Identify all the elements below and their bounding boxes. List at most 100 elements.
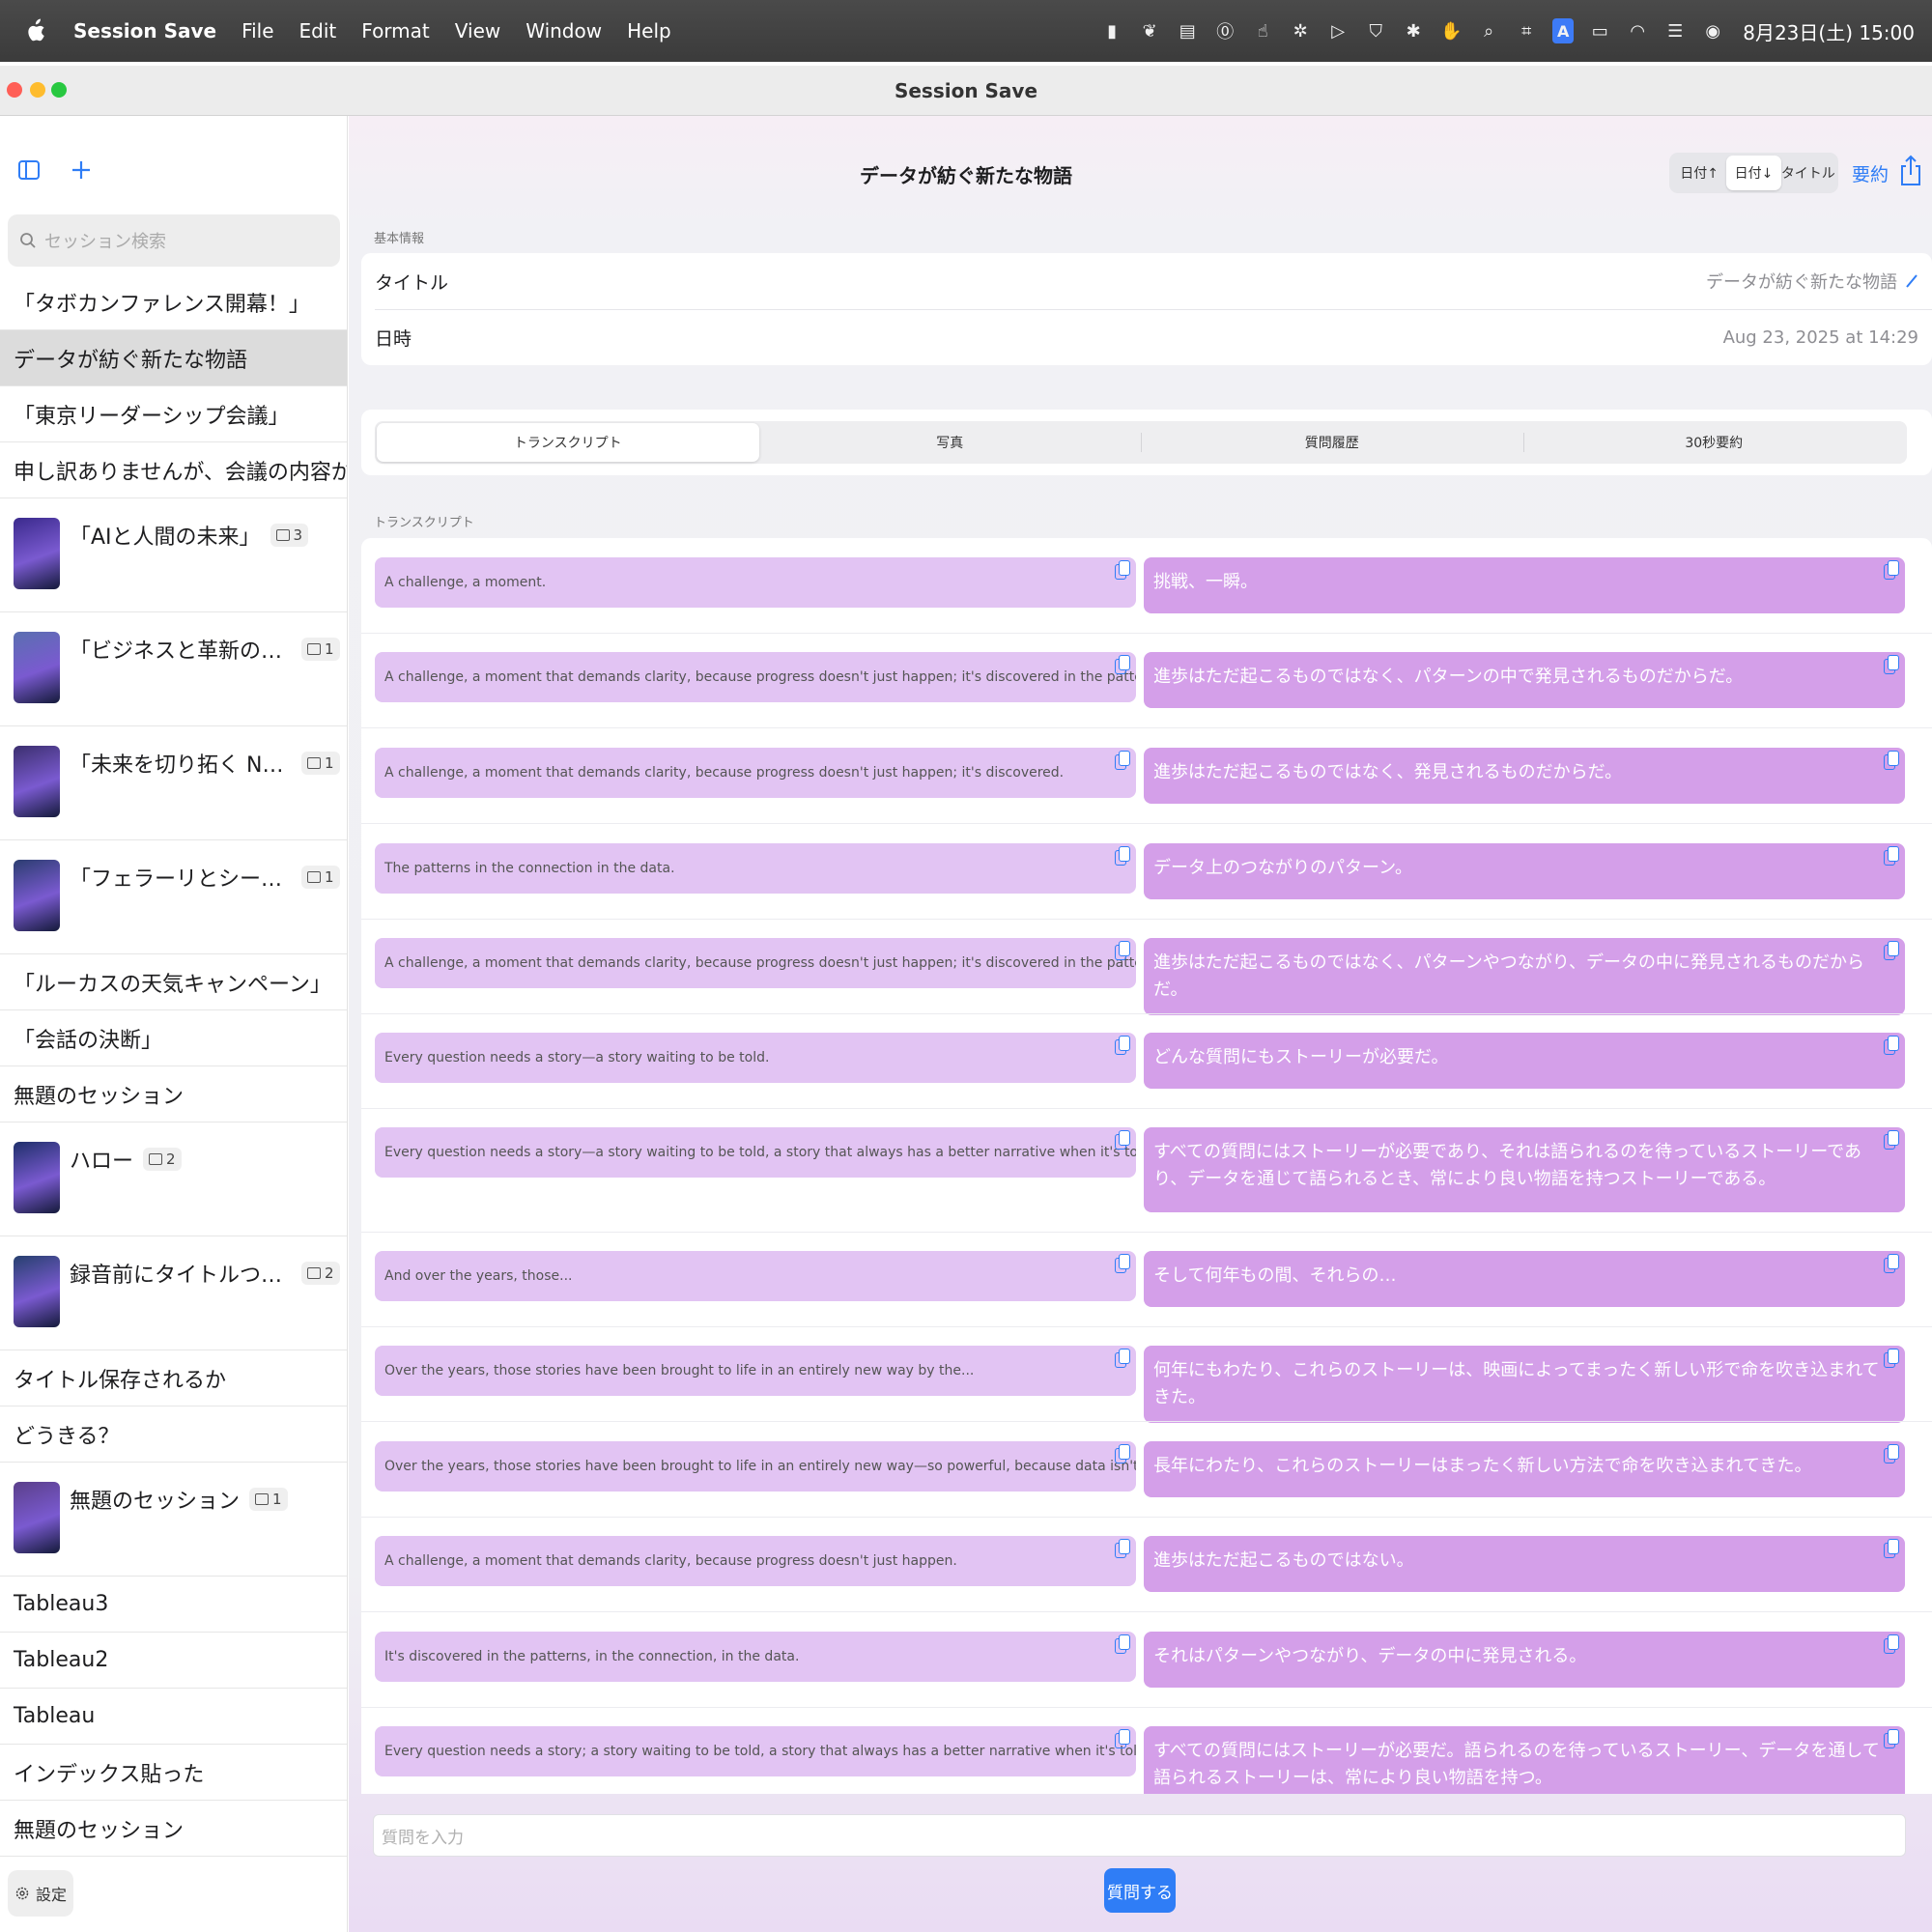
copy-icon[interactable] (1882, 1538, 1901, 1561)
session-list-item[interactable]: Tableau3 (0, 1577, 347, 1633)
menu-edit[interactable]: Edit (299, 19, 337, 43)
copy-icon[interactable] (1882, 750, 1901, 773)
copy-icon[interactable] (1113, 1538, 1132, 1561)
menu-help[interactable]: Help (627, 19, 671, 43)
session-search-field[interactable]: セッション検索 (8, 214, 340, 267)
hand-icon[interactable]: ✋ (1439, 19, 1463, 43)
session-list-item[interactable]: 無題のセッション 1 (0, 1463, 347, 1577)
copy-icon[interactable] (1113, 1253, 1132, 1276)
input-source-icon[interactable]: A (1552, 18, 1575, 43)
session-list-item-label: 「タボカンファレンス開幕！」 (14, 292, 310, 317)
zoom-window-button[interactable] (51, 82, 67, 98)
app-menu[interactable]: Session Save (73, 19, 216, 43)
tab-transcript[interactable]: トランスクリプト (377, 423, 759, 462)
settings-button[interactable]: 設定 (8, 1870, 73, 1917)
minimize-window-button[interactable] (30, 82, 45, 98)
copy-icon[interactable] (1882, 1253, 1901, 1276)
divider (361, 1707, 1932, 1708)
copy-icon[interactable] (1882, 1348, 1901, 1371)
copy-icon[interactable] (1882, 1728, 1901, 1751)
clipboard-icon[interactable]: ▤ (1176, 19, 1199, 43)
scanner-icon[interactable]: ▮ (1100, 19, 1123, 43)
session-list-item[interactable]: 無題のセッション (0, 1801, 347, 1857)
tab-photos[interactable]: 写真 (759, 423, 1142, 462)
session-list-item[interactable]: Tableau2 (0, 1633, 347, 1689)
session-list-item[interactable]: タイトル保存されるか (0, 1350, 347, 1406)
wifi-icon[interactable]: ◠ (1626, 19, 1649, 43)
menu-window[interactable]: Window (526, 19, 602, 43)
transcript-original-text: And over the years, those... (375, 1251, 1136, 1301)
bluetooth-icon[interactable]: ✱ (1402, 19, 1425, 43)
session-list-item[interactable]: インデックス貼った (0, 1745, 347, 1801)
session-list-item[interactable]: どうきる？ (0, 1406, 347, 1463)
copy-icon[interactable] (1882, 1634, 1901, 1657)
summary-button[interactable]: 要約 (1852, 160, 1889, 186)
session-list-item[interactable]: 「東京リーダーシップ会議」 (0, 386, 347, 442)
menu-file[interactable]: File (242, 19, 273, 43)
tag-icon[interactable]: ⌗ (1515, 19, 1538, 43)
toggle-sidebar-button[interactable] (15, 156, 43, 184)
copy-icon[interactable] (1113, 1348, 1132, 1371)
close-window-button[interactable] (7, 82, 22, 98)
session-list-item-label: 「フェラーリとシーランの新提… (70, 867, 292, 892)
battery-icon[interactable]: ▭ (1588, 19, 1611, 43)
session-list-item[interactable]: 「フェラーリとシーランの新提… 1 (0, 840, 347, 954)
hand-pointer-icon[interactable]: ☝ (1251, 19, 1274, 43)
sort-date-desc-button[interactable]: 日付↓ (1726, 156, 1781, 190)
title-field-value[interactable]: データが紡ぐ新たな物語 (1706, 269, 1897, 294)
new-session-button[interactable] (68, 156, 95, 184)
ask-button[interactable]: 質問する (1104, 1868, 1176, 1913)
pencil-icon[interactable] (1905, 273, 1918, 289)
photo-count: 2 (166, 1151, 176, 1168)
bug-icon[interactable]: ✲ (1289, 19, 1312, 43)
menu-view[interactable]: View (455, 19, 500, 43)
copy-icon[interactable] (1113, 1035, 1132, 1058)
question-input[interactable]: 質問を入力 (373, 1814, 1906, 1857)
session-list-item[interactable]: 「タボカンファレンス開幕！」 (0, 274, 347, 330)
siri-icon[interactable]: ◉ (1701, 19, 1724, 43)
sort-date-asc-button[interactable]: 日付↑ (1672, 156, 1726, 190)
copy-icon[interactable] (1882, 845, 1901, 868)
menu-format[interactable]: Format (361, 19, 429, 43)
control-center-icon[interactable]: ☰ (1663, 19, 1687, 43)
session-list-item-label: 「東京リーダーシップ会議」 (14, 404, 290, 429)
session-list-item[interactable]: 「会話の決断」 (0, 1010, 347, 1066)
copy-icon[interactable] (1882, 940, 1901, 963)
copy-icon[interactable] (1113, 1129, 1132, 1152)
copy-icon[interactable] (1113, 845, 1132, 868)
copy-icon[interactable] (1113, 559, 1132, 582)
session-list-item[interactable]: Tableau (0, 1689, 347, 1745)
play-icon[interactable]: ▷ (1326, 19, 1350, 43)
copy-icon[interactable] (1882, 1035, 1901, 1058)
copy-icon[interactable] (1113, 1728, 1132, 1751)
shield-icon[interactable]: ⛉ (1364, 19, 1387, 43)
copy-icon[interactable] (1113, 1634, 1132, 1657)
session-list-item[interactable]: 「ルーカスの天気キャンペーン」 (0, 954, 347, 1010)
copy-icon[interactable] (1113, 1443, 1132, 1466)
sort-title-button[interactable]: タイトル (1781, 156, 1835, 190)
session-list-item[interactable]: 「未来を切り拓く Next」 1 (0, 726, 347, 840)
search-icon[interactable]: ⌕ (1477, 19, 1500, 43)
sidebar: セッション検索 「タボカンファレンス開幕！」データが紡ぐ新たな物語「東京リーダー… (0, 116, 348, 1932)
share-button[interactable] (1898, 155, 1923, 187)
copy-icon[interactable] (1113, 750, 1132, 773)
one-password-icon[interactable]: ⓪ (1213, 19, 1236, 43)
session-list-item[interactable]: 録音前にタイトルつける 2 (0, 1236, 347, 1350)
copy-icon[interactable] (1113, 654, 1132, 677)
tab-question-history[interactable]: 質問履歴 (1141, 423, 1523, 462)
session-list-item[interactable]: 「ビジネスと革新の融合」 1 (0, 612, 347, 726)
copy-icon[interactable] (1113, 940, 1132, 963)
session-list-item[interactable]: ハロー 2 (0, 1122, 347, 1236)
session-list-item[interactable]: 「AIと人間の未来」 3 (0, 498, 347, 612)
session-list-item[interactable]: 無題のセッション (0, 1066, 347, 1122)
copy-icon[interactable] (1882, 1443, 1901, 1466)
copy-icon[interactable] (1882, 559, 1901, 582)
copy-icon[interactable] (1882, 1129, 1901, 1152)
session-list-item[interactable]: 申し訳ありませんが、会議の内容が提供さ… (0, 442, 347, 498)
session-list-item[interactable]: データが紡ぐ新たな物語 (0, 330, 347, 386)
tab-30s-summary[interactable]: 30秒要約 (1522, 423, 1906, 462)
apple-menu-icon[interactable] (17, 15, 52, 46)
copy-icon[interactable] (1882, 654, 1901, 677)
plant-icon[interactable]: ❦ (1138, 19, 1161, 43)
menu-clock[interactable]: 8月23日(土) 15:00 (1743, 17, 1915, 45)
